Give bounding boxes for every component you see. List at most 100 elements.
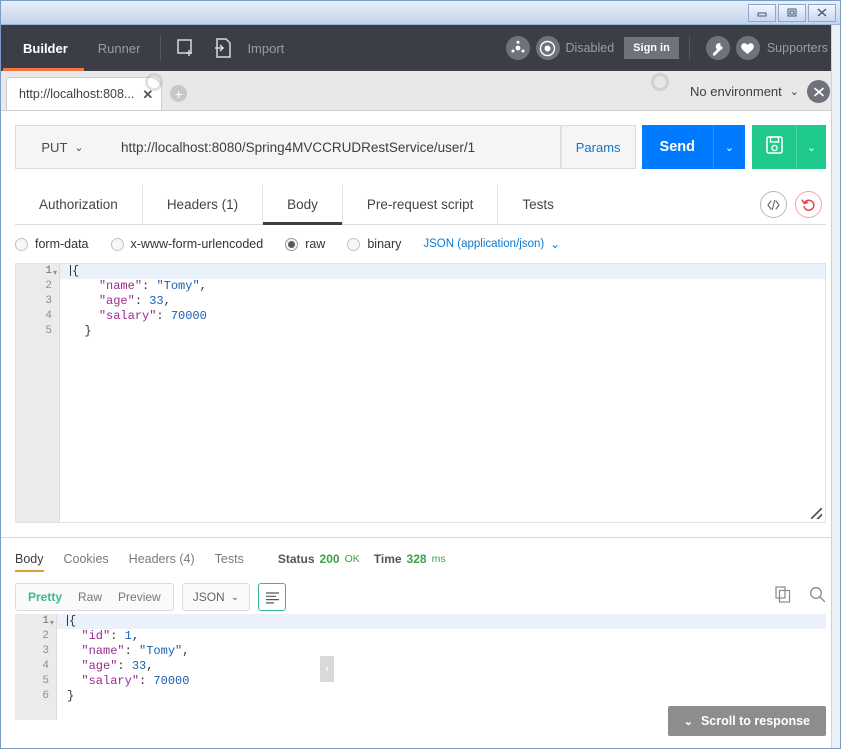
record-icon[interactable]: [536, 36, 560, 60]
request-tab-strip: http://localhost:808... ✕ + No environme…: [1, 71, 840, 111]
radio-x-www-form-urlencoded[interactable]: x-www-form-urlencoded: [111, 237, 264, 251]
radio-form-data-label: form-data: [35, 237, 89, 251]
response-tab-cookies[interactable]: Cookies: [64, 538, 109, 580]
code-token: "salary": [81, 674, 139, 688]
radio-raw[interactable]: raw: [285, 237, 325, 251]
code-line: "age": 33,: [70, 294, 825, 309]
save-options-button[interactable]: ⌄: [796, 125, 826, 169]
eye-icon[interactable]: [807, 80, 830, 103]
code-line: "salary": 70000: [70, 309, 825, 324]
minimize-button[interactable]: [748, 4, 776, 22]
word-wrap-icon[interactable]: [258, 583, 286, 611]
radio-form-data[interactable]: form-data: [15, 237, 89, 251]
save-floppy-icon: [765, 135, 784, 160]
mode-tab-builder[interactable]: Builder: [17, 25, 74, 71]
import-icon[interactable]: [213, 37, 233, 59]
mode-tab-builder-label: Builder: [23, 41, 68, 56]
tab-pre-request-script[interactable]: Pre-request script: [343, 185, 499, 224]
request-builder: PUT ⌄ http://localhost:8080/Spring4MVCCR…: [1, 125, 840, 523]
chevron-down-icon: ⌄: [807, 141, 816, 154]
response-tab-tests[interactable]: Tests: [215, 538, 244, 580]
window-controls: [746, 4, 836, 22]
scroll-to-response-button[interactable]: ⌄ Scroll to response: [668, 706, 826, 736]
code-token: 70000: [171, 309, 207, 323]
method-selector[interactable]: PUT ⌄: [15, 125, 109, 169]
view-mode-raw[interactable]: Raw: [70, 590, 110, 604]
window-scrollbar-track[interactable]: [831, 25, 840, 748]
params-button[interactable]: Params: [561, 125, 636, 169]
wrench-icon[interactable]: [706, 36, 730, 60]
supporters-label[interactable]: Supporters: [767, 41, 828, 55]
tab-tests[interactable]: Tests: [498, 185, 578, 224]
radio-binary[interactable]: binary: [347, 237, 401, 251]
line-number: 3: [16, 294, 59, 309]
response-format-selector[interactable]: JSON ⌄: [182, 583, 250, 611]
radio-icon: [111, 238, 124, 251]
code-token: ,: [132, 629, 139, 643]
heart-icon[interactable]: [736, 36, 760, 60]
send-button[interactable]: Send: [642, 125, 713, 169]
code-token: [70, 309, 99, 323]
code-token: "salary": [99, 309, 157, 323]
status-value: 200: [320, 552, 340, 566]
header-divider-2: [689, 36, 690, 60]
line-number: 3: [15, 644, 56, 659]
line-number: 4: [15, 659, 56, 674]
close-icon[interactable]: ✕: [142, 88, 153, 101]
content-type-selector[interactable]: JSON (application/json) ⌄: [423, 237, 559, 251]
response-body-editor[interactable]: 1 2 3 4 5 6 ▾ { "id": 1, "name": "Tomy",…: [15, 614, 826, 720]
response-tab-headers[interactable]: Headers (4): [129, 538, 195, 580]
code-token: :: [125, 644, 139, 658]
add-tab-button[interactable]: +: [170, 85, 187, 102]
url-input[interactable]: http://localhost:8080/Spring4MVCCRUDRest…: [109, 125, 561, 169]
new-window-icon[interactable]: [175, 37, 197, 59]
code-line: "name": "Tomy",: [67, 644, 826, 659]
chevron-down-icon: ⌄: [790, 85, 799, 98]
request-editor-gutter: 1 2 3 4 5 ▾: [16, 264, 60, 522]
send-options-button[interactable]: ⌄: [713, 125, 745, 169]
time-label: Time: [374, 552, 402, 566]
copy-icon[interactable]: [775, 586, 791, 608]
scroll-to-response-label: Scroll to response: [701, 714, 810, 728]
response-tab-body[interactable]: Body: [15, 538, 44, 580]
code-token: "name": [99, 279, 142, 293]
response-tab-body-label: Body: [15, 552, 44, 566]
code-token: }: [67, 689, 74, 703]
response-pane: Body Cookies Headers (4) Tests Status 20…: [1, 538, 840, 720]
import-label[interactable]: Import: [247, 41, 284, 56]
tab-authorization[interactable]: Authorization: [15, 185, 143, 224]
code-line: {: [60, 264, 825, 279]
editor-resize-handle[interactable]: [811, 508, 822, 519]
tab-pre-request-script-label: Pre-request script: [367, 197, 474, 212]
chevron-down-icon: ⌄: [74, 141, 83, 154]
application-header: Builder Runner Import: [1, 25, 840, 71]
search-icon[interactable]: [809, 586, 826, 608]
panel-expand-button[interactable]: ›: [320, 656, 334, 682]
reset-undo-icon[interactable]: [795, 191, 822, 218]
maximize-button[interactable]: [778, 4, 806, 22]
code-brackets-icon[interactable]: [760, 191, 787, 218]
chevron-down-icon: ⌄: [550, 237, 560, 251]
sync-icon[interactable]: [506, 36, 530, 60]
fold-toggle-icon[interactable]: ▾: [53, 265, 57, 280]
header-left-group: Builder Runner Import: [17, 25, 284, 71]
request-body-editor[interactable]: 1 2 3 4 5 ▾ { "name": "Tomy", "age": 33,…: [15, 263, 826, 523]
view-mode-preview[interactable]: Preview: [110, 590, 169, 604]
save-button[interactable]: [752, 125, 796, 169]
code-token: "Tomy": [156, 279, 199, 293]
tab-body[interactable]: Body: [263, 185, 343, 224]
sign-in-button[interactable]: Sign in: [624, 37, 679, 59]
fold-toggle-icon[interactable]: ▾: [50, 615, 54, 630]
tab-headers[interactable]: Headers (1): [143, 185, 263, 224]
mode-tab-runner[interactable]: Runner: [92, 25, 147, 71]
close-button[interactable]: [808, 4, 836, 22]
request-tab[interactable]: http://localhost:808... ✕: [6, 77, 162, 110]
environment-label: No environment: [690, 84, 782, 99]
response-code-content: { "id": 1, "name": "Tomy", "age": 33, "s…: [57, 614, 826, 720]
environment-selector[interactable]: No environment ⌄: [690, 80, 840, 110]
response-editor-gutter: 1 2 3 4 5 6 ▾: [15, 614, 57, 720]
postman-window: Builder Runner Import: [0, 0, 841, 749]
radio-raw-label: raw: [305, 237, 325, 251]
window-title-bar: [1, 1, 840, 25]
view-mode-pretty[interactable]: Pretty: [20, 590, 70, 604]
